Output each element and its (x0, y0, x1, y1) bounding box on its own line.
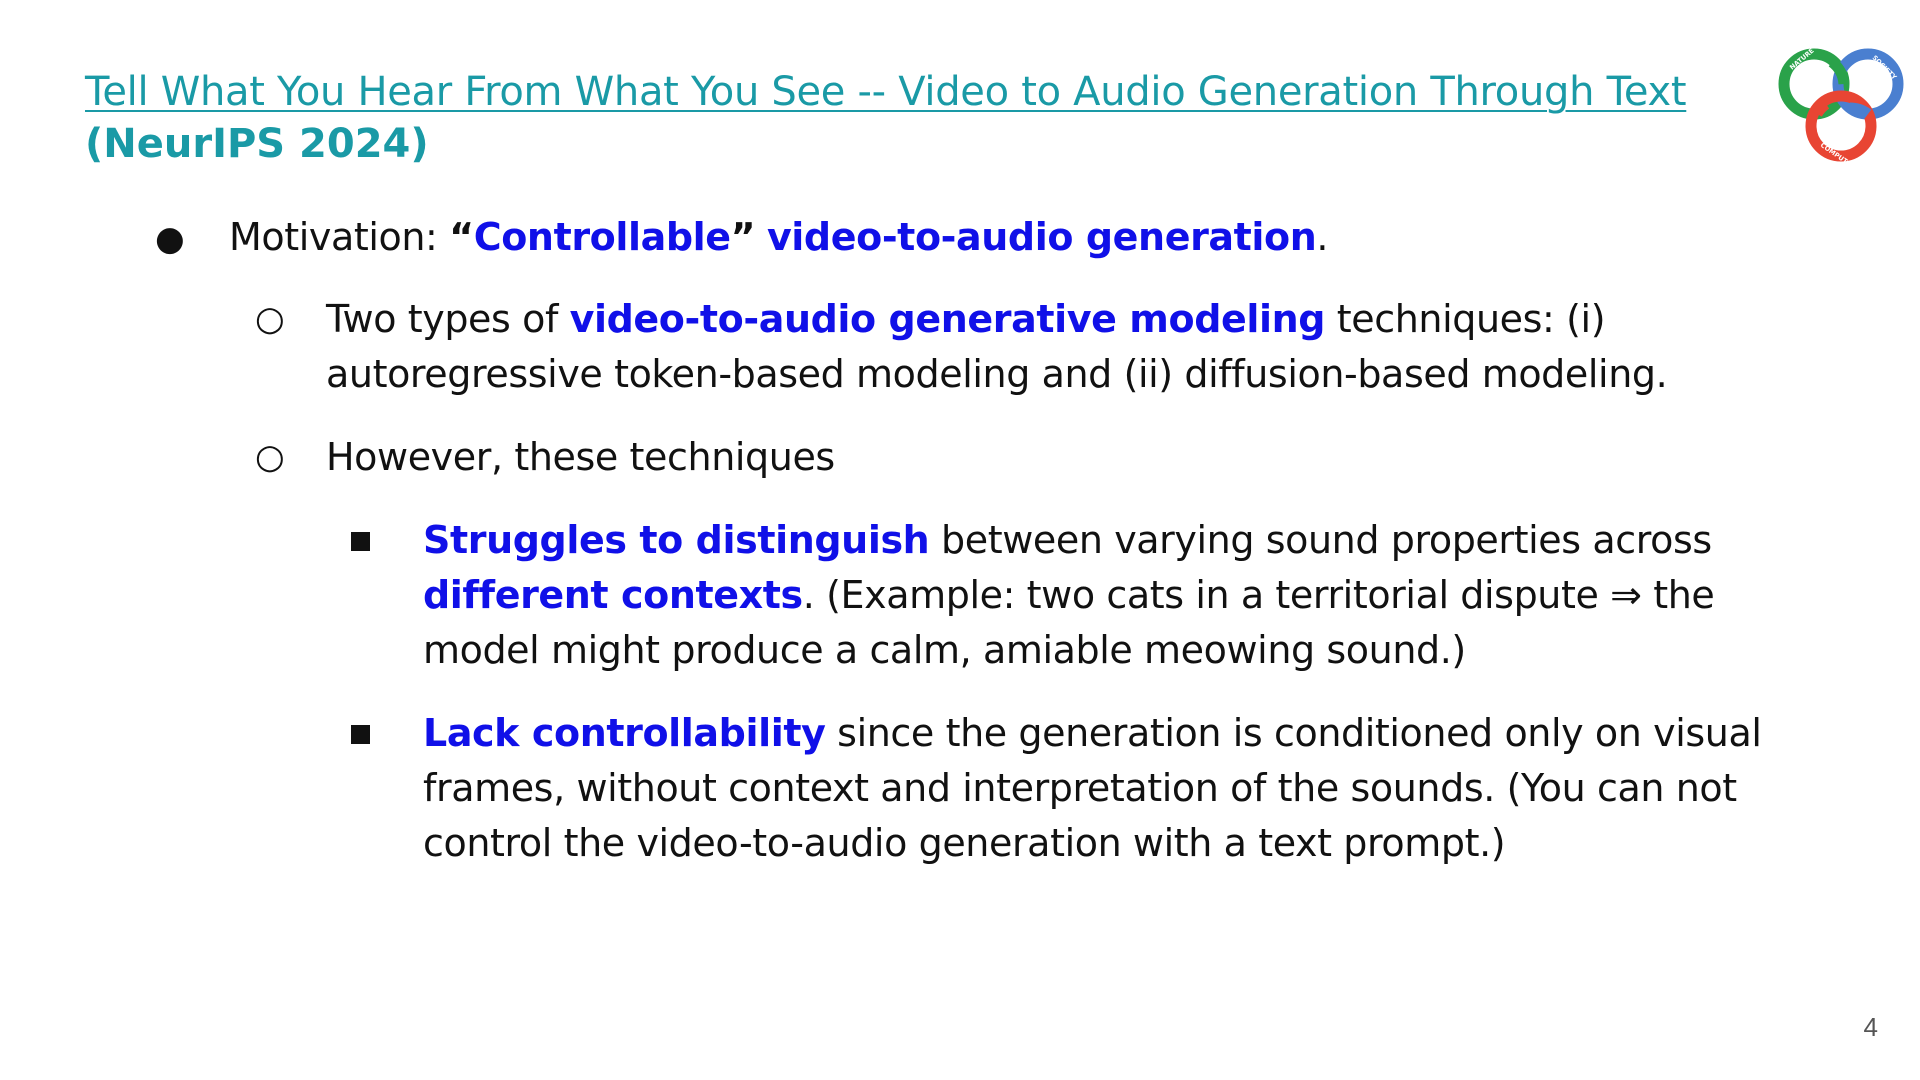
bullet-list: ● Motivation: “Controllable” video-to-au… (0, 0, 1920, 1080)
highlight-struggles: Struggles to distinguish (423, 518, 930, 562)
bullet-marker-square (351, 725, 370, 744)
slide: Tell What You Hear From What You See -- … (0, 0, 1920, 1080)
example-text: . (Example: two cats in a territorial di… (802, 573, 1715, 617)
motivation-suffix: . (1316, 215, 1329, 259)
bullet-struggles-line3: model might produce a calm, amiable meow… (423, 628, 1466, 672)
bullet-controllability-line1: Lack controllability since the generatio… (423, 705, 1762, 761)
bullet-motivation: Motivation: “Controllable” video-to-audi… (229, 209, 1328, 265)
bullet-marker-circle: ○ (255, 437, 285, 477)
bullet-marker-circle: ○ (255, 299, 285, 339)
bullet-two-types-line1: Two types of video-to-audio generative m… (326, 291, 1606, 347)
highlight-controllable: Controllable (473, 215, 731, 259)
highlight-v2a-modeling: video-to-audio generative modeling (569, 297, 1326, 341)
quote-open: “ (449, 215, 474, 259)
quote-close: ” (730, 215, 756, 259)
controllability-suffix: since the generation is conditioned only… (825, 711, 1762, 755)
bullet-struggles-line2: different contexts. (Example: two cats i… (423, 567, 1715, 623)
struggles-suffix: between varying sound properties across (929, 518, 1712, 562)
highlight-lack-controllability: Lack controllability (423, 711, 826, 755)
motivation-label: Motivation: (229, 215, 450, 259)
two-types-prefix: Two types of (326, 297, 570, 341)
bullet-marker-disc: ● (155, 219, 185, 259)
highlight-v2a-generation: video-to-audio generation (766, 215, 1317, 259)
bullet-controllability-line2: frames, without context and interpretati… (423, 766, 1737, 810)
bullet-two-types-line2: autoregressive token-based modeling and … (326, 352, 1668, 396)
bullet-marker-square (351, 532, 370, 551)
highlight-different-contexts: different contexts (423, 573, 803, 617)
bullet-however: However, these techniques (326, 435, 835, 479)
page-number: 4 (1863, 1012, 1878, 1042)
bullet-controllability-line3: control the video-to-audio generation wi… (423, 821, 1506, 865)
two-types-suffix: techniques: (i) (1325, 297, 1606, 341)
bullet-struggles-line1: Struggles to distinguish between varying… (423, 512, 1712, 568)
